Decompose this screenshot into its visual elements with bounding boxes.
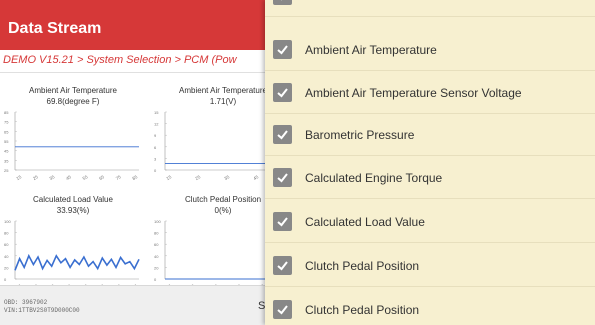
y-tick-label: 85 <box>4 110 9 115</box>
option-item[interactable]: Calculated Engine Torque <box>265 157 595 199</box>
y-tick-label: 0 <box>154 277 157 282</box>
option-item[interactable]: Ambient Air Temperature <box>265 29 595 71</box>
y-tick-label: 35 <box>4 158 9 163</box>
y-tick-label: 20 <box>154 265 159 270</box>
checkbox[interactable] <box>273 300 292 319</box>
x-tick-label: 35 <box>49 174 56 181</box>
y-tick-label: 0 <box>154 168 157 173</box>
footer-bar: OBD: 3967902 VIN:1TTBV2S0T9D000C00 Sa <box>0 285 300 325</box>
x-tick-label: 55 <box>82 174 89 181</box>
x-tick-label: 25 <box>194 174 201 181</box>
x-tick-label: 15 <box>165 174 172 181</box>
option-label: Ambient Air Temperature Sensor Voltage <box>305 86 522 100</box>
checkbox[interactable] <box>273 40 292 59</box>
checkbox[interactable] <box>273 0 292 5</box>
divider <box>0 72 300 73</box>
chart-title: Ambient Air Temperature <box>29 86 117 95</box>
data-stream-screen: Data Stream DEMO V15.21 > System Selecti… <box>0 0 595 325</box>
y-tick-label: 75 <box>4 120 9 125</box>
y-tick-label: 15 <box>154 110 159 115</box>
option-item[interactable]: Clutch Pedal Position <box>265 245 595 287</box>
y-tick-label: 9 <box>154 133 157 138</box>
checkmark-icon <box>277 261 288 271</box>
option-label: Clutch Pedal Position <box>305 259 420 273</box>
page-title: Data Stream <box>8 20 102 37</box>
y-tick-label: 0 <box>4 277 7 282</box>
chart-ambient-air-temperature[interactable]: Ambient Air Temperature 69.8(degree F) 8… <box>3 86 143 191</box>
checkbox[interactable] <box>273 125 292 144</box>
y-tick-label: 25 <box>4 168 9 173</box>
option-item[interactable]: Ambient Air Temperature Sensor Voltage <box>265 72 595 114</box>
line-chart: 85 75 65 55 45 35 25 15 25 35 45 55 65 75 85 <box>4 110 139 181</box>
checkbox[interactable] <box>273 168 292 187</box>
checkbox[interactable] <box>273 212 292 231</box>
option-label: Clutch Pedal Position <box>305 303 420 317</box>
x-tick-label: 75 <box>115 174 122 181</box>
option-label: Calculated Engine Torque <box>305 171 443 185</box>
y-tick-label: 100 <box>4 219 11 224</box>
y-tick-label: 6 <box>154 145 157 150</box>
checkmark-icon <box>277 217 288 227</box>
y-tick-label: 80 <box>154 231 159 236</box>
chart-value: 69.8(degree F) <box>46 97 100 106</box>
checkbox[interactable] <box>273 256 292 275</box>
x-tick-label: 15 <box>15 174 22 181</box>
option-label: Calculated Load Value <box>305 215 425 229</box>
y-tick-label: 100 <box>154 219 161 224</box>
x-tick-label: 35 <box>223 174 230 181</box>
vin-number: VIN:1TTBV2S0T9D000C00 <box>4 307 80 314</box>
y-tick-label: 80 <box>4 231 9 236</box>
y-tick-label: 55 <box>4 139 9 144</box>
checkmark-icon <box>277 305 288 315</box>
y-tick-label: 20 <box>4 265 9 270</box>
checkmark-icon <box>281 0 282 1</box>
y-tick-label: 3 <box>154 156 157 161</box>
checkmark-icon <box>277 173 288 183</box>
chart-value: 33.93(%) <box>56 206 90 215</box>
x-tick-label: 45 <box>252 174 259 181</box>
option-label: Barometric Pressure <box>305 128 415 142</box>
x-tick-label: 85 <box>131 174 138 181</box>
y-tick-label: 40 <box>154 254 159 259</box>
option-item[interactable] <box>265 0 595 17</box>
x-tick-label: 45 <box>65 174 72 181</box>
option-item[interactable]: Calculated Load Value <box>265 201 595 243</box>
y-tick-label: 12 <box>154 122 159 127</box>
y-tick-label: 60 <box>154 242 159 247</box>
checkmark-icon <box>277 88 288 98</box>
obd-id: OBD: 3967902 <box>4 299 48 306</box>
checkmark-icon <box>277 45 288 55</box>
checkmark-icon <box>277 130 288 140</box>
checkbox[interactable] <box>273 83 292 102</box>
x-tick-label: 25 <box>32 174 39 181</box>
breadcrumb: DEMO V15.21 > System Selection > PCM (Po… <box>0 50 300 72</box>
option-item[interactable]: Clutch Pedal Position <box>265 289 595 325</box>
y-tick-label: 65 <box>4 129 9 134</box>
option-item[interactable]: Barometric Pressure <box>265 114 595 156</box>
parameter-selection-panel: Ambient Air Temperature Ambient Air Temp… <box>265 0 595 325</box>
option-label: Ambient Air Temperature <box>305 43 437 57</box>
y-tick-label: 45 <box>4 149 9 154</box>
y-tick-label: 40 <box>4 254 9 259</box>
app-header: Data Stream <box>0 0 300 50</box>
chart-title: Calculated Load Value <box>33 195 113 204</box>
series-line <box>14 253 140 271</box>
x-tick-label: 65 <box>98 174 105 181</box>
y-tick-label: 60 <box>4 242 9 247</box>
